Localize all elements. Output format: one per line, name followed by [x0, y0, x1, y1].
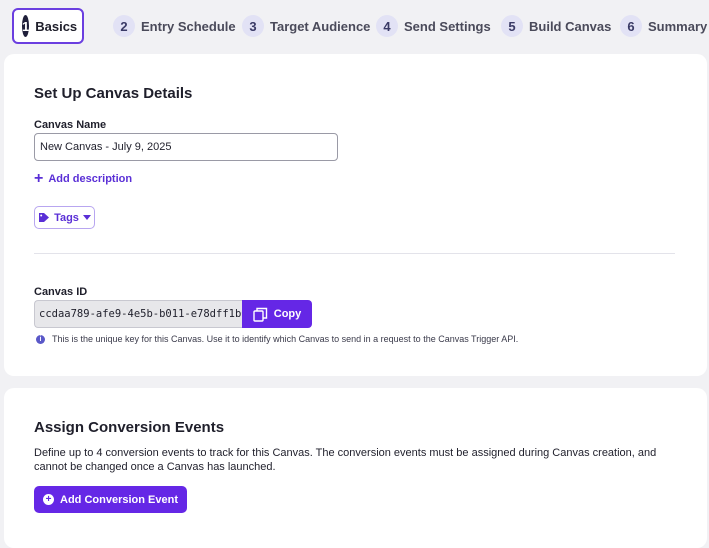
step-basics[interactable]: 1 Basics — [12, 8, 84, 44]
add-conversion-event-button[interactable]: + Add Conversion Event — [34, 486, 187, 513]
canvas-id-label: Canvas ID — [34, 286, 88, 298]
step-target-audience[interactable]: 3 Target Audience — [234, 8, 378, 44]
step-label: Basics — [35, 18, 78, 34]
conversion-events-card: Assign Conversion Events Define up to 4 … — [4, 388, 707, 548]
copy-button[interactable]: Copy — [242, 300, 312, 328]
step-entry-schedule[interactable]: 2 Entry Schedule — [105, 8, 244, 44]
step-label: Entry Schedule — [141, 18, 236, 34]
tag-icon — [39, 213, 50, 222]
add-conversion-label: Add Conversion Event — [60, 493, 178, 506]
step-number: 1 — [22, 15, 30, 37]
step-label: Summary — [648, 18, 708, 34]
step-number: 2 — [113, 15, 135, 37]
conversion-description: Define up to 4 conversion events to trac… — [34, 447, 657, 473]
step-label: Build Canvas — [529, 18, 612, 34]
step-number: 5 — [501, 15, 523, 37]
step-number: 4 — [376, 15, 398, 37]
canvas-id-info: i This is the unique key for this Canvas… — [36, 334, 518, 344]
tags-dropdown[interactable]: Tags — [34, 206, 95, 229]
plus-icon: + — [34, 170, 44, 187]
stepper: 1 Basics 2 Entry Schedule 3 Target Audie… — [0, 0, 709, 52]
add-description-link[interactable]: + Add description — [34, 170, 133, 187]
step-label: Send Settings — [404, 18, 491, 34]
step-label: Target Audience — [270, 18, 371, 34]
plus-circle-icon: + — [43, 494, 55, 505]
info-text: This is the unique key for this Canvas. … — [52, 334, 519, 344]
copy-icon — [253, 307, 267, 322]
step-summary[interactable]: 6 Summary — [612, 8, 709, 44]
section-title: Assign Conversion Events — [34, 419, 225, 436]
tags-label: Tags — [54, 211, 79, 224]
step-number: 3 — [242, 15, 264, 37]
step-number: 6 — [620, 15, 642, 37]
divider — [34, 253, 675, 254]
canvas-id-field[interactable]: ccdaa789-afe9-4e5b-b011-e78dff1b6… — [34, 300, 243, 328]
canvas-name-label: Canvas Name — [34, 119, 107, 131]
step-build-canvas[interactable]: 5 Build Canvas — [493, 8, 619, 44]
section-title: Set Up Canvas Details — [34, 85, 193, 102]
canvas-details-card: Set Up Canvas Details Canvas Name + Add … — [4, 54, 707, 376]
caret-down-icon — [82, 215, 91, 220]
add-description-label: Add description — [48, 173, 133, 185]
step-send-settings[interactable]: 4 Send Settings — [368, 8, 499, 44]
info-icon: i — [36, 334, 45, 344]
copy-label: Copy — [273, 308, 302, 320]
canvas-name-input[interactable] — [34, 133, 338, 161]
